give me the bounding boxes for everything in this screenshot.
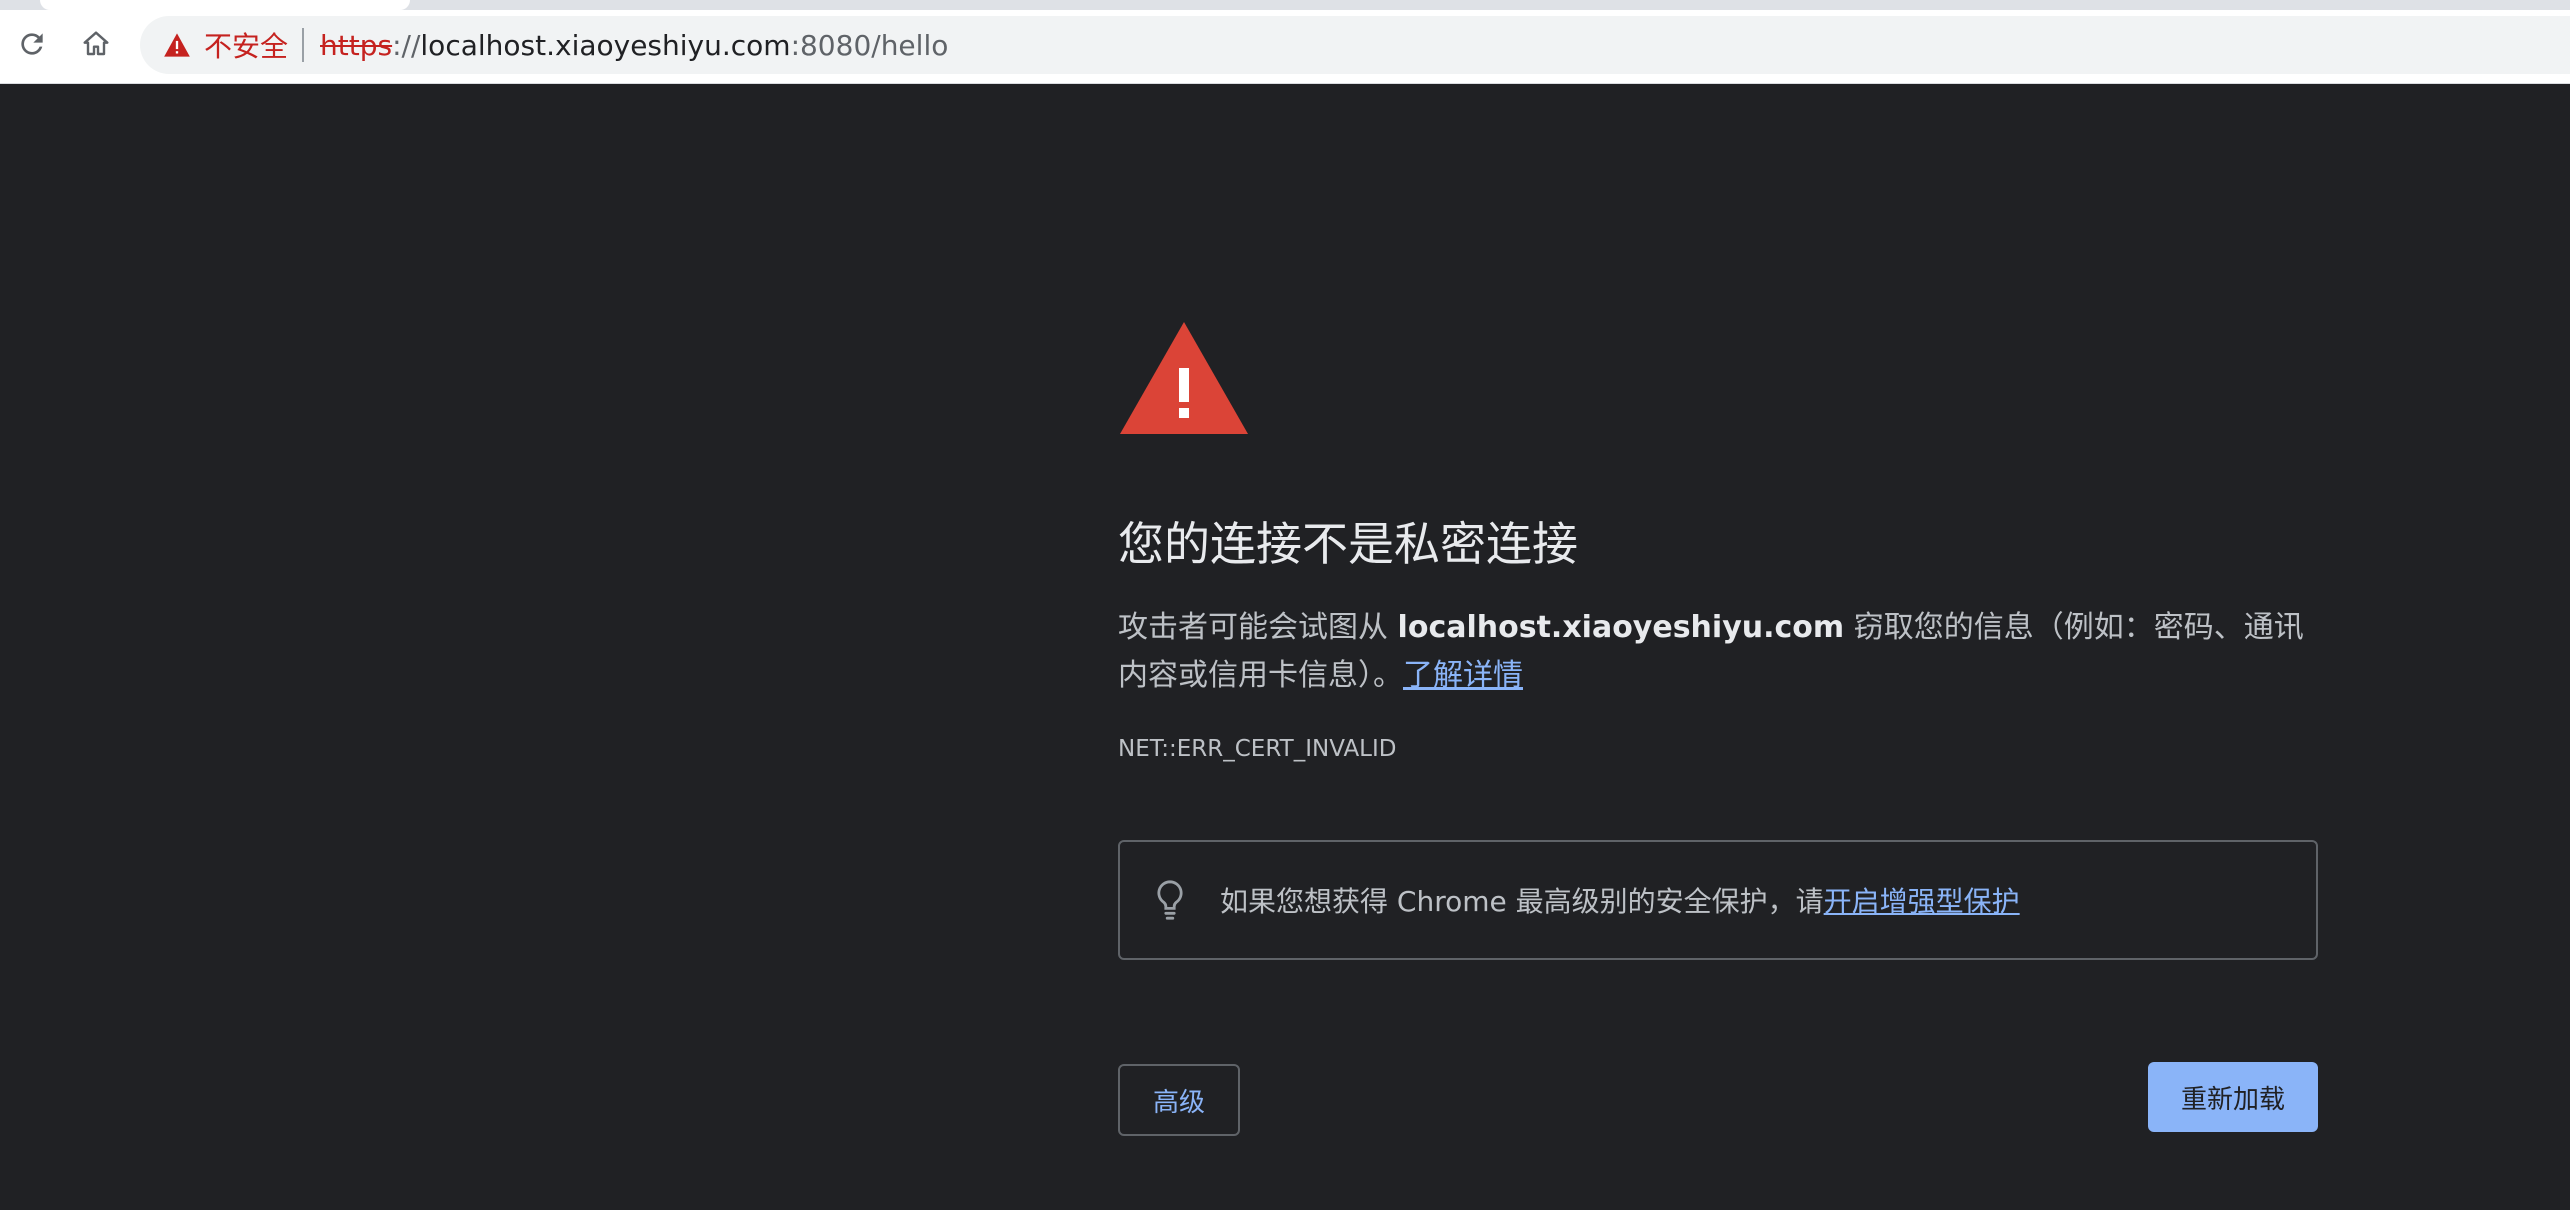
url-text[interactable]: https://localhost.xiaoyeshiyu.com:8080/h…	[320, 29, 948, 62]
enhanced-protection-prompt: 如果您想获得 Chrome 最高级别的安全保护，请	[1220, 885, 1824, 918]
lightbulb-icon	[1150, 878, 1190, 922]
explanation-prefix: 攻击者可能会试图从	[1118, 610, 1398, 645]
url-scheme: https	[320, 28, 393, 62]
enhanced-protection-box: 如果您想获得 Chrome 最高级别的安全保护，请开启增强型保护	[1118, 840, 2318, 960]
warning-triangle-icon[interactable]	[162, 30, 192, 60]
big-warning-icon	[1120, 322, 1248, 434]
explanation-host: localhost.xiaoyeshiyu.com	[1397, 610, 1845, 645]
url-separator: ://	[392, 28, 421, 62]
address-bar[interactable]: 不安全 https://localhost.xiaoyeshiyu.com:80…	[140, 16, 2570, 74]
active-tab[interactable]	[40, 0, 410, 10]
explanation-text: 攻击者可能会试图从 localhost.xiaoyeshiyu.com 窃取您的…	[1118, 604, 2318, 700]
home-icon	[83, 31, 109, 56]
not-secure-label[interactable]: 不安全	[204, 25, 288, 65]
browser-toolbar: 不安全 https://localhost.xiaoyeshiyu.com:80…	[0, 0, 2570, 84]
omnibox-divider	[302, 28, 305, 62]
reload-page-button[interactable]: 重新加载	[2148, 1062, 2318, 1132]
advanced-button[interactable]: 高级	[1118, 1064, 1240, 1136]
page-title: 您的连接不是私密连接	[1118, 517, 1578, 571]
error-code: NET::ERR_CERT_INVALID	[1118, 736, 1397, 762]
url-port-path: :8080/hello	[790, 28, 949, 62]
reload-button[interactable]	[12, 24, 52, 64]
enhanced-protection-link[interactable]: 开启增强型保护	[1824, 885, 2020, 918]
url-host: localhost.xiaoyeshiyu.com	[420, 28, 791, 62]
reload-icon	[21, 33, 43, 55]
home-button[interactable]	[76, 24, 116, 64]
learn-more-link[interactable]: 了解详情	[1403, 658, 1523, 693]
enhanced-protection-text: 如果您想获得 Chrome 最高级别的安全保护，请开启增强型保护	[1220, 880, 2020, 920]
tab-strip	[0, 0, 2570, 10]
